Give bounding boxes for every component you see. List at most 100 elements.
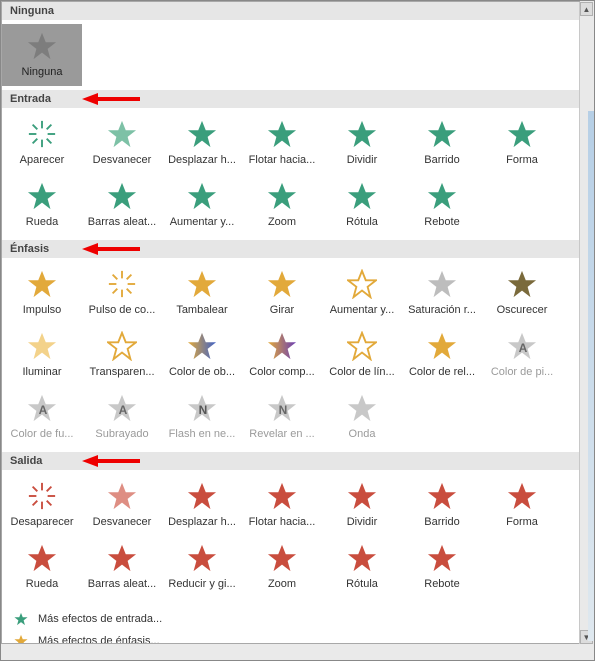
anim-dividir-in[interactable]: Dividir bbox=[322, 112, 402, 174]
anim-tambalear[interactable]: Tambalear bbox=[162, 262, 242, 324]
anim-saturacion[interactable]: Saturación r... bbox=[402, 262, 482, 324]
anim-label: Ninguna bbox=[20, 66, 65, 78]
anim-reducir-out[interactable]: Reducir y gi... bbox=[162, 536, 242, 598]
anim-color-objeto[interactable]: Color de ob... bbox=[162, 324, 242, 386]
anim-aumentar-in[interactable]: Aumentar y... bbox=[162, 174, 242, 236]
anim-label: Rebote bbox=[422, 216, 461, 228]
scroll-up-button[interactable]: ▲ bbox=[580, 2, 593, 16]
anim-desaparecer[interactable]: Desaparecer bbox=[2, 474, 82, 536]
animation-gallery: Ninguna Ninguna Entrada Aparecer Desvane… bbox=[1, 1, 580, 644]
anim-color-comp[interactable]: Color comp... bbox=[242, 324, 322, 386]
anim-label: Transparen... bbox=[87, 366, 156, 378]
anim-rebote-out[interactable]: Rebote bbox=[402, 536, 482, 598]
anim-rueda-out[interactable]: Rueda bbox=[2, 536, 82, 598]
anim-forma-out[interactable]: Forma bbox=[482, 474, 562, 536]
star-letter-icon: N bbox=[187, 390, 217, 426]
section-title-none: Ninguna bbox=[10, 5, 54, 17]
star-icon bbox=[27, 28, 57, 64]
star-icon bbox=[12, 610, 30, 628]
svg-text:N: N bbox=[199, 403, 208, 417]
anim-label: Revelar en ... bbox=[247, 428, 316, 440]
anim-label: Desaparecer bbox=[9, 516, 76, 528]
star-letter-icon: A bbox=[27, 390, 57, 426]
anim-pulso-color[interactable]: Pulso de co... bbox=[82, 262, 162, 324]
anim-label: Flotar hacia... bbox=[247, 154, 318, 166]
section-title-exit: Salida bbox=[10, 455, 42, 467]
star-icon bbox=[187, 178, 217, 214]
menu-more-emph[interactable]: Más efectos de énfasis... bbox=[2, 630, 579, 644]
section-header-exit: Salida bbox=[2, 452, 579, 470]
anim-label: Desvanecer bbox=[91, 516, 154, 528]
star-icon bbox=[107, 178, 137, 214]
anim-transparencia[interactable]: Transparen... bbox=[82, 324, 162, 386]
star-icon bbox=[507, 266, 537, 302]
star-icon bbox=[427, 540, 457, 576]
anim-label: Color de ob... bbox=[167, 366, 237, 378]
section-header-emph: Énfasis bbox=[2, 240, 579, 258]
star-icon bbox=[27, 266, 57, 302]
anim-label: Color comp... bbox=[247, 366, 316, 378]
anim-zoom-in[interactable]: Zoom bbox=[242, 174, 322, 236]
anim-label: Dividir bbox=[345, 516, 380, 528]
anim-color-linea[interactable]: Color de lín... bbox=[322, 324, 402, 386]
anim-desvanecer-in[interactable]: Desvanecer bbox=[82, 112, 162, 174]
star-icon bbox=[427, 178, 457, 214]
svg-text:N: N bbox=[279, 403, 288, 417]
anim-revelar-negrita[interactable]: N Revelar en ... bbox=[242, 386, 322, 448]
anim-aumentar-emph[interactable]: Aumentar y... bbox=[322, 262, 402, 324]
anim-none[interactable]: Ninguna bbox=[2, 24, 82, 86]
anim-desvanecer-out[interactable]: Desvanecer bbox=[82, 474, 162, 536]
star-letter-icon: A bbox=[107, 390, 137, 426]
anim-label: Forma bbox=[504, 516, 540, 528]
anim-girar[interactable]: Girar bbox=[242, 262, 322, 324]
anim-iluminar[interactable]: Iluminar bbox=[2, 324, 82, 386]
anim-label: Color de pi... bbox=[489, 366, 555, 378]
anim-barras-out[interactable]: Barras aleat... bbox=[82, 536, 162, 598]
anim-barrido-out[interactable]: Barrido bbox=[402, 474, 482, 536]
star-icon bbox=[187, 478, 217, 514]
star-icon bbox=[267, 540, 297, 576]
star-icon bbox=[107, 540, 137, 576]
star-icon bbox=[267, 116, 297, 152]
anim-rebote-in[interactable]: Rebote bbox=[402, 174, 482, 236]
anim-flotar-in[interactable]: Flotar hacia... bbox=[242, 112, 322, 174]
anim-onda[interactable]: Onda bbox=[322, 386, 402, 448]
anim-flash-negrita[interactable]: NFlash en ne... bbox=[162, 386, 242, 448]
anim-label: Zoom bbox=[266, 216, 298, 228]
grid-emph: Impulso Pulso de co... Tambalear Girar A… bbox=[2, 258, 579, 452]
anim-forma-in[interactable]: Forma bbox=[482, 112, 562, 174]
anim-impulso[interactable]: Impulso bbox=[2, 262, 82, 324]
anim-barrido-in[interactable]: Barrido bbox=[402, 112, 482, 174]
anim-flotar-out[interactable]: Flotar hacia... bbox=[242, 474, 322, 536]
anim-rueda-in[interactable]: Rueda bbox=[2, 174, 82, 236]
star-outline-icon bbox=[347, 266, 377, 302]
star-outline-icon bbox=[347, 328, 377, 364]
more-effects-menu: Más efectos de entrada... Más efectos de… bbox=[2, 602, 579, 644]
anim-label: Iluminar bbox=[20, 366, 63, 378]
anim-label: Onda bbox=[347, 428, 378, 440]
annotation-arrow-entry bbox=[82, 91, 142, 107]
anim-color-relleno[interactable]: Color de rel... bbox=[402, 324, 482, 386]
anim-color-fuente[interactable]: AColor de fu... bbox=[2, 386, 82, 448]
anim-barras-in[interactable]: Barras aleat... bbox=[82, 174, 162, 236]
star-icon bbox=[27, 328, 57, 364]
anim-zoom-out[interactable]: Zoom bbox=[242, 536, 322, 598]
anim-rotula-out[interactable]: Rótula bbox=[322, 536, 402, 598]
star-letter-icon: A bbox=[507, 328, 537, 364]
anim-label: Flotar hacia... bbox=[247, 516, 318, 528]
anim-aparecer[interactable]: Aparecer bbox=[2, 112, 82, 174]
anim-color-pincel[interactable]: A Color de pi... bbox=[482, 324, 562, 386]
menu-label: Más efectos de énfasis... bbox=[38, 635, 160, 644]
star-icon bbox=[427, 266, 457, 302]
anim-oscurecer[interactable]: Oscurecer bbox=[482, 262, 562, 324]
anim-rotula-in[interactable]: Rótula bbox=[322, 174, 402, 236]
menu-more-entry[interactable]: Más efectos de entrada... bbox=[2, 608, 579, 630]
anim-desplazar-out[interactable]: Desplazar h... bbox=[162, 474, 242, 536]
star-icon bbox=[427, 116, 457, 152]
section-title-entry: Entrada bbox=[10, 93, 51, 105]
anim-subrayado[interactable]: ASubrayado bbox=[82, 386, 162, 448]
anim-label: Barras aleat... bbox=[86, 578, 158, 590]
anim-desplazar-in[interactable]: Desplazar h... bbox=[162, 112, 242, 174]
anim-dividir-out[interactable]: Dividir bbox=[322, 474, 402, 536]
anim-label: Pulso de co... bbox=[87, 304, 158, 316]
